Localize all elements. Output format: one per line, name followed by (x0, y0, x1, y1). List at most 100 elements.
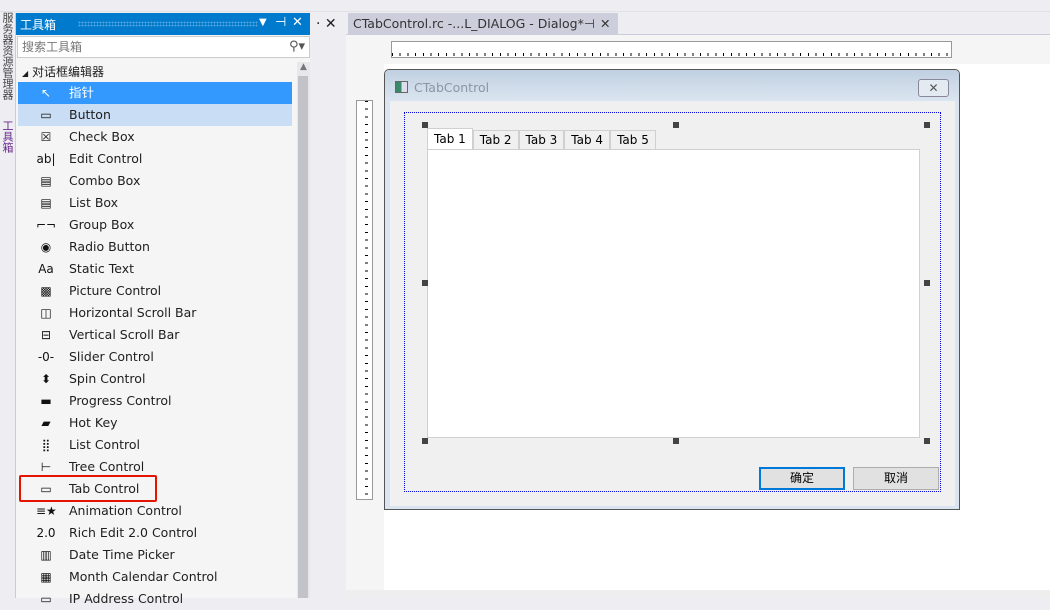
toolbox-item-label: Check Box (69, 129, 135, 144)
toolbox-item[interactable]: ↖ 指针 (18, 82, 292, 104)
picture-control-icon: ▩ (40, 284, 52, 298)
toolbox-item[interactable]: ▩ Picture Control (18, 280, 292, 302)
toolbox-item[interactable]: ▰ Hot Key (18, 412, 292, 434)
document-tab[interactable]: CTabControl.rc -...L_DIALOG - Dialog* ⊣ … (348, 13, 618, 34)
toolbox-item[interactable]: ⌐¬ Group Box (18, 214, 292, 236)
toolbox-item[interactable]: ◉ Radio Button (18, 236, 292, 258)
toolbox-item-label: Picture Control (69, 283, 162, 298)
edit-control-icon: ab| (36, 152, 56, 166)
toolbox-item-label: IP Address Control (69, 591, 184, 606)
toolbox-item-label: List Control (69, 437, 141, 452)
toolbox-item-label: Slider Control (69, 349, 154, 364)
toolbox-item[interactable]: ▤ Combo Box (18, 170, 292, 192)
tab-2[interactable]: Tab 2 (472, 130, 519, 150)
dialog-title-bar: CTabControl ✕ (385, 70, 959, 101)
dropdown-icon[interactable]: ▼ (259, 17, 267, 28)
toolbox-item[interactable]: ⬍ Spin Control (18, 368, 292, 390)
toolbox-item[interactable]: ab| Edit Control (18, 148, 292, 170)
vertical-ruler[interactable] (356, 100, 373, 500)
static-text-icon: Aa (38, 262, 54, 276)
cancel-button[interactable]: 取消 (853, 467, 939, 490)
dialog-preview[interactable]: CTabControl ✕ Tab 1 Tab 2 Tab 3 Tab 4 Tab 5 … (384, 69, 960, 510)
vscroll-icon: ⊟ (40, 328, 52, 342)
toolbox-item[interactable]: ◫ Horizontal Scroll Bar (18, 302, 292, 324)
search-icon[interactable]: ⚲▾ (289, 39, 305, 54)
toolbox-item[interactable]: -0- Slider Control (18, 346, 292, 368)
section-header[interactable]: ◢ 对话框编辑器 (22, 61, 104, 83)
resize-handle[interactable] (924, 280, 930, 286)
toolbox-item-label: List Box (69, 195, 119, 210)
tab-1[interactable]: Tab 1 (427, 128, 473, 150)
search-input[interactable] (18, 37, 268, 57)
group-box-icon: ⌐¬ (36, 218, 57, 232)
scroll-up-icon[interactable]: ▲ (297, 62, 310, 72)
toolbox-scrollbar[interactable]: ▲ (297, 62, 310, 598)
resize-handle[interactable] (924, 122, 930, 128)
toolbox-items: ↖ 指针 ▭ Button ☒ Check Box ab| Edit Control ▤ Comb… (18, 82, 292, 610)
drag-grip[interactable] (78, 21, 258, 27)
horizontal-ruler[interactable] (391, 41, 952, 58)
toolbox-item[interactable]: ▭ Button (18, 104, 292, 126)
toolbox-item-label: Rich Edit 2.0 Control (69, 525, 198, 540)
toolbox-item-label: Group Box (69, 217, 135, 232)
hotkey-icon: ▰ (41, 416, 51, 430)
toolbox-item[interactable]: ▦ Month Calendar Control (18, 566, 292, 588)
hscroll-icon: ◫ (40, 306, 52, 320)
tab-3[interactable]: Tab 3 (518, 130, 565, 150)
side-tab-toolbox[interactable]: 工具箱 (0, 120, 14, 153)
toolbox-item[interactable]: ≡★ Animation Control (18, 500, 292, 522)
side-tab-strip: 服务器资源管理器 工具箱 (0, 12, 14, 598)
button-icon: ▭ (40, 108, 52, 122)
resize-handle[interactable] (422, 438, 428, 444)
ok-button[interactable]: 确定 (759, 467, 845, 490)
dialog-app-icon (395, 81, 408, 93)
toolbox-item[interactable]: ☒ Check Box (18, 126, 292, 148)
spin-icon: ⬍ (40, 372, 52, 386)
collapse-icon: ◢ (22, 69, 29, 78)
toolbox-item-label: Month Calendar Control (69, 569, 218, 584)
toolbox-item[interactable]: 2.0 Rich Edit 2.0 Control (18, 522, 292, 544)
progress-icon: ▬ (40, 394, 52, 408)
editor-hscrollbar[interactable] (346, 590, 1050, 598)
toolbox-item[interactable]: Aa Static Text (18, 258, 292, 280)
pin-icon[interactable]: ⊣ (275, 15, 286, 30)
tab-page (427, 149, 920, 438)
toolbox-item[interactable]: ▬ Progress Control (18, 390, 292, 412)
toolbox-search[interactable]: ⚲▾ (17, 36, 310, 58)
date-time-icon: ▥ (40, 548, 52, 562)
close-icon[interactable]: · ✕ (316, 16, 337, 32)
close-icon[interactable]: ✕ (600, 13, 610, 34)
toolbox-item-label: 指针 (69, 85, 95, 100)
toolbox-item[interactable]: ▤ List Box (18, 192, 292, 214)
radio-button-icon: ◉ (40, 240, 52, 254)
tab-control[interactable]: Tab 1 Tab 2 Tab 3 Tab 4 Tab 5 (427, 128, 920, 438)
resize-handle[interactable] (673, 438, 679, 444)
toolbox-item[interactable]: ⊟ Vertical Scroll Bar (18, 324, 292, 346)
resize-handle[interactable] (422, 280, 428, 286)
toolbox-item-label: Edit Control (69, 151, 143, 166)
resize-handle[interactable] (422, 122, 428, 128)
panel-separator: · ✕ (310, 13, 344, 598)
toolbox-item-label: Vertical Scroll Bar (69, 327, 180, 342)
tab-4[interactable]: Tab 4 (564, 130, 611, 150)
toolbox-item-label: Progress Control (69, 393, 172, 408)
toolbox-item-label: Date Time Picker (69, 547, 175, 562)
toolbox-panel: 工具箱 ▼ ⊣ ✕ ⚲▾ ◢ 对话框编辑器 ↖ 指针 ▭ Button ☒ Check B… (15, 13, 311, 606)
toolbox-item[interactable]: ▭ IP Address Control (18, 588, 292, 610)
resize-handle[interactable] (673, 122, 679, 128)
ip-address-icon: ▭ (40, 592, 52, 606)
top-toolbar (0, 0, 1050, 12)
close-icon[interactable]: ✕ (292, 15, 303, 30)
pin-icon[interactable]: ⊣ (584, 13, 595, 34)
resize-handle[interactable] (924, 438, 930, 444)
tab-strip: Tab 1 Tab 2 Tab 3 Tab 4 Tab 5 (427, 128, 656, 150)
toolbox-item-label: Hot Key (69, 415, 118, 430)
scroll-thumb[interactable] (298, 76, 308, 598)
toolbox-item[interactable]: ▥ Date Time Picker (18, 544, 292, 566)
tab-5[interactable]: Tab 5 (610, 130, 656, 150)
dialog-close-button[interactable]: ✕ (918, 79, 949, 97)
pointer-icon: ↖ (40, 86, 52, 100)
side-tab-server-explorer[interactable]: 服务器资源管理器 (0, 12, 14, 100)
toolbox-item-label: Radio Button (69, 239, 150, 254)
toolbox-item[interactable]: ⣿ List Control (18, 434, 292, 456)
